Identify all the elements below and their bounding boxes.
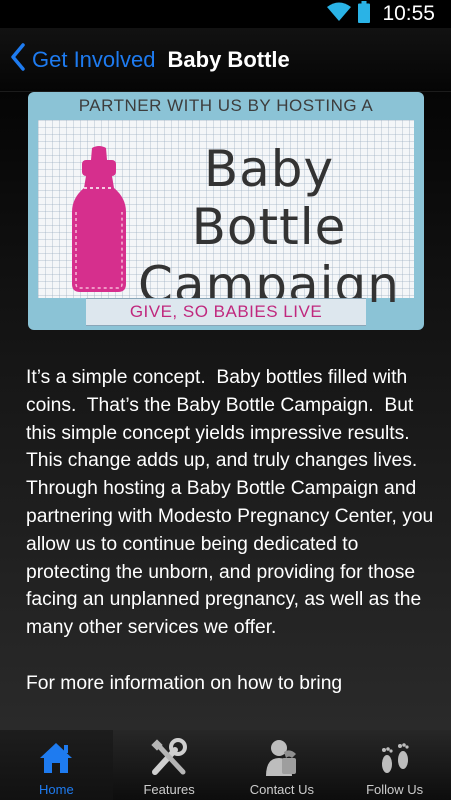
tab-features[interactable]: Features [113,730,226,800]
tab-label: Home [39,782,74,797]
banner-title-line1: Baby Bottle [191,140,347,256]
contact-icon [264,736,300,780]
content-area[interactable]: PARTNER WITH US BY HOSTING A Baby Bottle… [0,92,451,730]
banner-grid: Baby Bottle Campaign [38,120,414,314]
body-paragraph-1: It’s a simple concept. Baby bottles fill… [26,367,439,639]
battery-icon [358,0,371,28]
back-button[interactable]: Get Involved [0,28,156,91]
body-text: It’s a simple concept. Baby bottles fill… [26,364,434,698]
tab-bar: Home Features Contact Us Follow Us [0,730,451,800]
status-icons: 10:55 [326,0,435,28]
banner-top-text: PARTNER WITH US BY HOSTING A [78,96,374,115]
tab-label: Follow Us [366,782,424,797]
tools-icon [149,736,189,780]
tab-follow-us[interactable]: Follow Us [338,730,451,800]
campaign-banner: PARTNER WITH US BY HOSTING A Baby Bottle… [28,92,424,330]
status-bar: 10:55 [0,0,451,28]
chevron-left-icon [10,43,26,76]
back-label: Get Involved [32,46,156,72]
tab-label: Contact Us [249,782,315,797]
banner-title: Baby Bottle Campaign [134,140,404,314]
wifi-icon [326,2,352,27]
footprints-icon [375,736,415,780]
tab-label: Features [143,782,195,797]
tab-home[interactable]: Home [0,730,113,800]
home-icon [38,736,74,780]
banner-tagline: GIVE, SO BABIES LIVE [86,298,366,326]
baby-bottle-icon [66,146,132,301]
body-paragraph-2: For more information on how to bring [26,672,343,694]
status-time: 10:55 [382,2,435,25]
nav-bar: Get Involved Baby Bottle [0,28,451,92]
page-title: Baby Bottle [167,46,290,72]
tab-contact-us[interactable]: Contact Us [226,730,339,800]
